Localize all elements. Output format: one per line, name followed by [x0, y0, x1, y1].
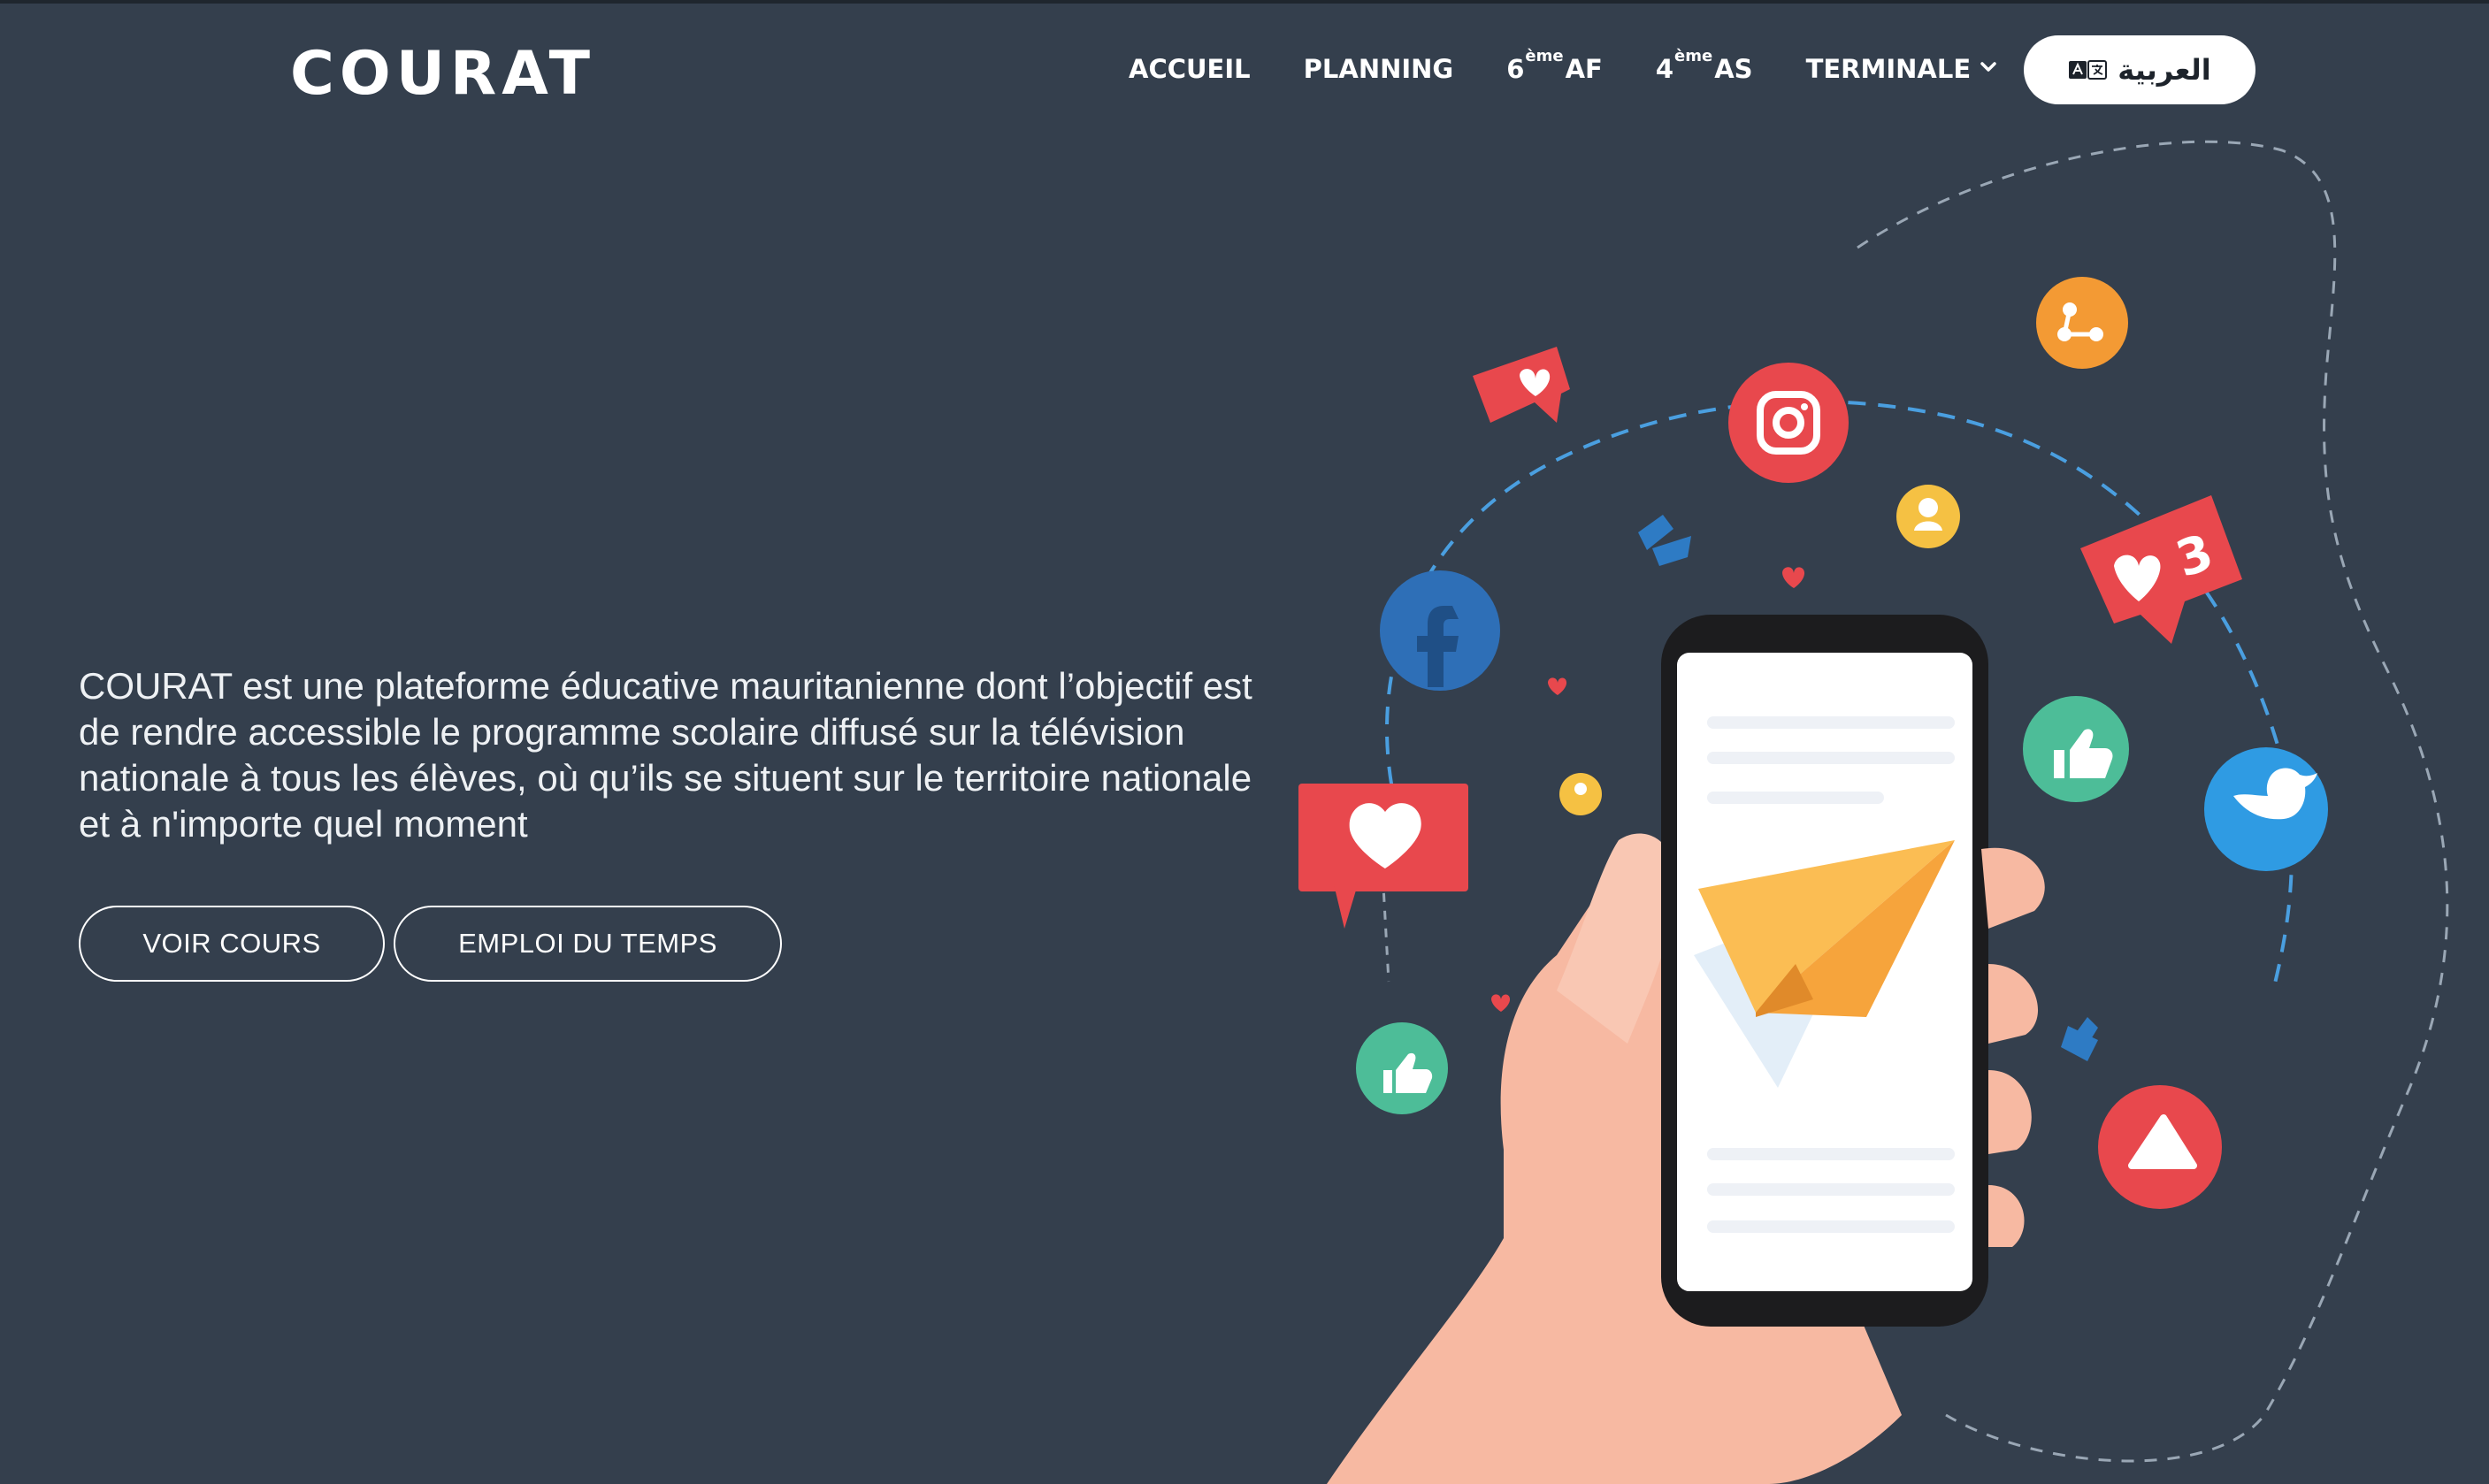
notification-bubble-icon: 3	[2080, 495, 2242, 644]
nav-label-suffix: AS	[1714, 54, 1753, 84]
language-switch-button[interactable]: العربية	[2024, 35, 2255, 104]
heart-icon	[1548, 677, 1567, 695]
nav-item-4eme-as[interactable]: 4 ème AS	[1655, 47, 1753, 84]
heart-bubble-icon	[1473, 347, 1570, 423]
heart-icon	[1782, 567, 1805, 588]
youtube-icon	[2098, 1085, 2222, 1209]
nav-item-terminale-dropdown[interactable]: TERMINALE	[1806, 54, 1998, 84]
top-rule	[0, 0, 2489, 4]
nav-item-accueil[interactable]: ACCUEIL	[1129, 54, 1251, 84]
language-label: العربية	[2118, 53, 2211, 87]
instagram-icon	[1728, 363, 1849, 483]
nav-label-prefix: 6	[1506, 54, 1525, 84]
user-icon	[1559, 773, 1602, 815]
twitter-icon	[2204, 747, 2328, 871]
translate-icon	[2069, 60, 2108, 80]
nav-label: ACCUEIL	[1129, 54, 1251, 84]
thumbs-up-icon	[2023, 696, 2129, 802]
main-nav: ACCUEIL PLANNING 6 ème AF 4 ème AS TERMINALE	[1129, 47, 2050, 88]
nav-label-suffix: AF	[1565, 54, 1603, 84]
nav-label-sup: ème	[1674, 47, 1713, 65]
chevron-down-icon	[1980, 62, 1996, 72]
hero-illustration: 3	[1298, 140, 2449, 1484]
thumbs-up-icon	[2061, 1017, 2098, 1061]
voir-cours-button[interactable]: VOIR COURS	[79, 906, 385, 982]
user-icon	[1896, 485, 1960, 548]
nav-item-6eme-af[interactable]: 6 ème AF	[1506, 47, 1603, 84]
nav-item-planning[interactable]: PLANNING	[1304, 54, 1454, 84]
fingers	[1981, 847, 2045, 1247]
nav-label-sup: ème	[1525, 47, 1564, 65]
emploi-du-temps-button[interactable]: EMPLOI DU TEMPS	[394, 906, 782, 982]
nav-label: TERMINALE	[1805, 54, 1972, 84]
thumbs-up-icon	[1356, 1022, 1448, 1114]
heart-icon	[1491, 994, 1511, 1012]
nav-label: PLANNING	[1303, 54, 1454, 84]
hero-description: COURAT est une plateforme éducative maur…	[79, 665, 1252, 845]
thumbs-up-icon	[1638, 515, 1691, 566]
facebook-icon	[1380, 570, 1500, 691]
share-icon	[2036, 277, 2128, 369]
nav-label-prefix: 4	[1655, 54, 1674, 84]
heart-bubble-icon	[1298, 784, 1468, 929]
site-logo[interactable]: COURAT	[290, 39, 595, 109]
